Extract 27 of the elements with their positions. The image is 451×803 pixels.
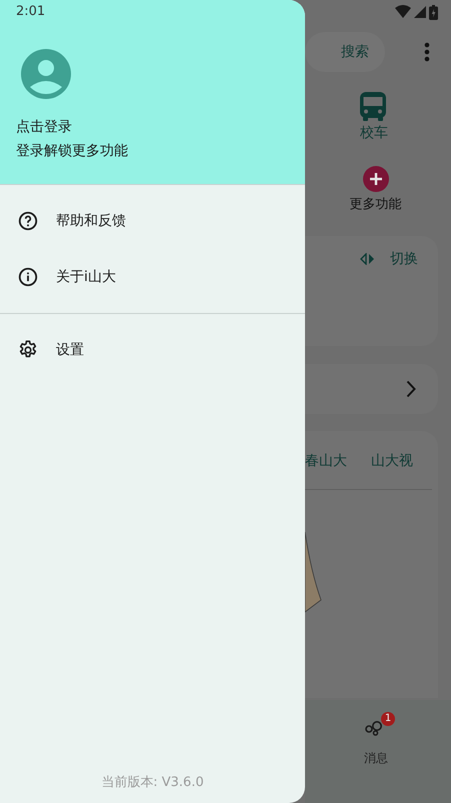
version-text: 当前版本: V3.6.0 — [101, 774, 204, 791]
login-hint: 登录解锁更多功能 — [16, 142, 128, 160]
more-icon — [424, 42, 430, 62]
search-button[interactable]: 搜索 — [305, 32, 385, 72]
switch-button[interactable]: 切换 — [390, 250, 418, 268]
link-card[interactable] — [305, 364, 438, 414]
nav-tab[interactable]: 消息 — [364, 750, 388, 767]
menu-item[interactable]: 设置 — [0, 322, 305, 378]
wifi-icon — [395, 5, 411, 19]
chevron-right-icon — [406, 380, 416, 398]
login-link[interactable]: 点击登录 — [16, 118, 72, 136]
signal-icon — [414, 5, 426, 19]
add-icon — [363, 166, 389, 192]
battery-icon — [429, 4, 438, 20]
notification-badge: 1 — [381, 712, 395, 726]
menu-item[interactable]: 关于i山大 — [0, 249, 305, 305]
shortcut-label[interactable]: 更多功能 — [350, 196, 402, 214]
shortcut-label[interactable]: 校车 — [360, 124, 388, 142]
news-tab[interactable]: 春山大 — [305, 452, 347, 470]
menu-item[interactable]: 帮助和反馈 — [0, 193, 305, 249]
switch-arrows-icon — [360, 253, 376, 265]
news-tab[interactable]: 山大视 — [371, 452, 413, 470]
help-icon — [17, 210, 39, 232]
bus-icon — [357, 90, 389, 122]
info-icon — [17, 266, 39, 288]
avatar-icon — [21, 49, 71, 99]
status-time: 2:01 — [16, 4, 46, 19]
